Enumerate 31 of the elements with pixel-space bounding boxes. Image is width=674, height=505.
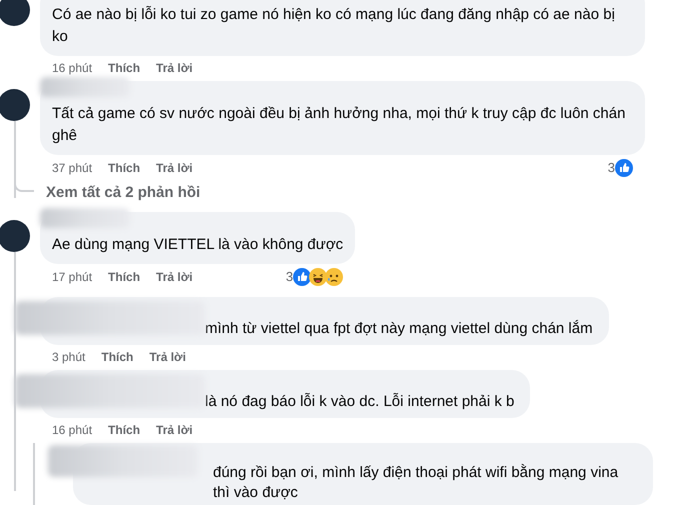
reply-link[interactable]: Trả lời [149, 348, 186, 366]
avatar[interactable] [0, 220, 30, 252]
avatar[interactable] [0, 0, 30, 26]
comment-time: 37 phút [52, 160, 92, 177]
view-replies-link[interactable]: Xem tất cả 2 phản hồi [46, 182, 200, 204]
laughing-emoji-icon [309, 268, 328, 286]
like-link[interactable]: Thích [108, 420, 140, 438]
comment-text: Có ae nào bị lỗi ko tui zo game nó hiện ko có mạng lúc đang đăng nhập có ae nào bị ko [52, 6, 615, 45]
like-link[interactable]: Thích [108, 158, 140, 177]
reply-link[interactable]: Trả lời [156, 268, 193, 286]
comment-time: 17 phút [52, 268, 92, 286]
reaction-count: 3 [608, 159, 615, 177]
comment-time: 3 phút [52, 348, 86, 366]
comment-text: Ae dùng mạng VIETTEL là vào không được [52, 236, 344, 253]
comment-time: 16 phút [52, 422, 92, 438]
reply-link[interactable]: Trả lời [156, 59, 193, 77]
reaction-count: 3 [286, 268, 294, 286]
comment-text: đúng rồi bạn ơi, mình lấy điện thoại phát wifi bằng mạng vina thì vào được [213, 464, 618, 500]
reply-link[interactable]: Trả lời [156, 158, 193, 177]
reply-link[interactable]: Trả lời [156, 420, 193, 438]
avatar[interactable] [0, 89, 30, 121]
like-link[interactable]: Thích [108, 59, 140, 77]
sad-emoji-icon [325, 268, 344, 286]
comment-text: là nó đag báo lỗi k vào dc. Lỗi internet phải k b [205, 392, 514, 410]
like-link[interactable]: Thích [101, 348, 134, 366]
thumbs-up-icon [293, 268, 312, 286]
comment-text: Tất cả game có sv nước ngoài đều bị ảnh hưởng nha, mọi thứ k truy cập đc luôn chán ghê [52, 105, 626, 144]
thumbs-up-icon [615, 158, 633, 177]
like-link[interactable]: Thích [108, 268, 140, 286]
comment-text: mình từ viettel qua fpt đợt này mạng viettel dùng chán lắm [205, 320, 593, 336]
comment-time: 16 phút [52, 60, 92, 77]
